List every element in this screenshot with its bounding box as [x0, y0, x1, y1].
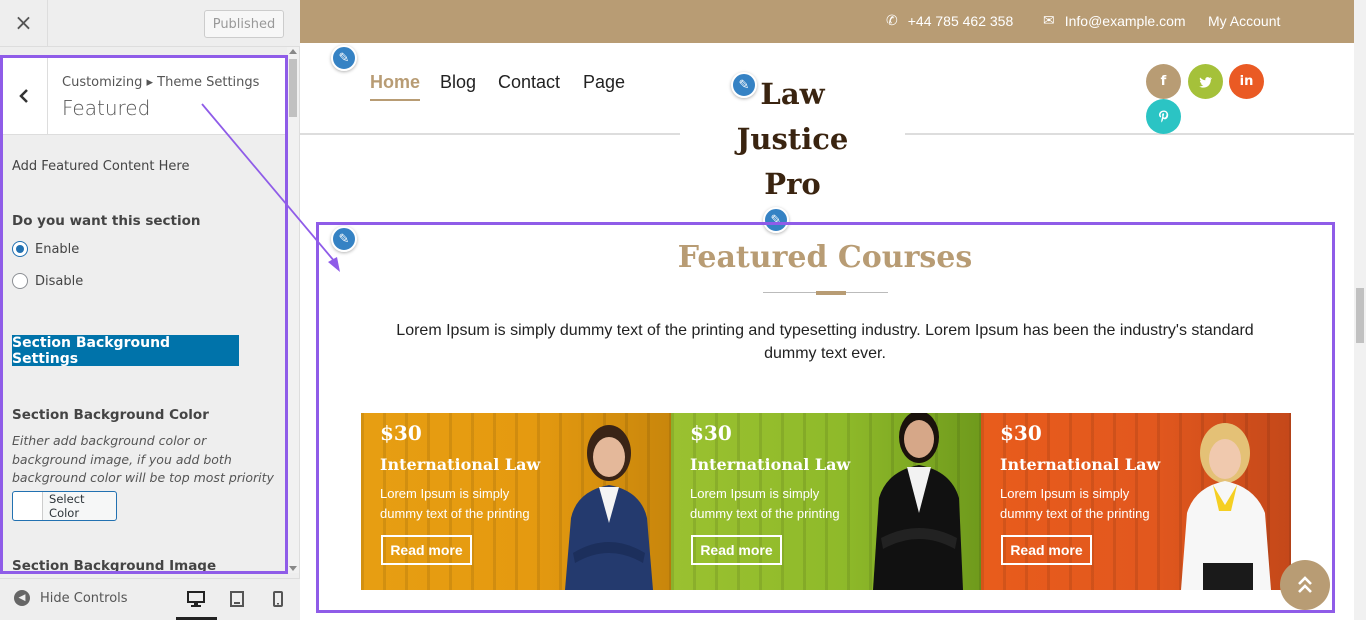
chevron-left-icon — [18, 88, 28, 103]
bg-color-help-text: Either add background color or backgroun… — [12, 433, 274, 485]
section-title: Featured Courses — [677, 240, 973, 275]
logo-line: Law — [760, 77, 825, 111]
email-link[interactable]: ✉ Info@example.com — [1043, 13, 1186, 29]
course-card: $30 International Law Lorem Ipsum is sim… — [671, 413, 981, 590]
customizer-sidebar: × Published Customizing ▸ Theme Settings… — [0, 0, 300, 620]
preview-scroll-thumb[interactable] — [1356, 288, 1364, 343]
envelope-icon: ✉ — [1043, 13, 1055, 29]
disable-radio[interactable]: Disable — [12, 273, 83, 289]
twitter-icon[interactable] — [1188, 64, 1223, 99]
read-more-button[interactable]: Read more — [381, 535, 472, 565]
nav-home[interactable]: Home — [370, 72, 421, 101]
site-logo-box: Law Justice Pro — [680, 66, 905, 211]
read-more-button[interactable]: Read more — [691, 535, 782, 565]
scroll-down-icon[interactable] — [289, 566, 297, 571]
customizer-footer: ◀ Hide Controls — [0, 578, 300, 620]
double-chevron-up-icon — [1298, 576, 1312, 593]
card-description: Lorem Ipsum is simply dummy text of the … — [690, 486, 840, 521]
site-preview: ✆ +44 785 462 358 ✉ Info@example.com My … — [300, 0, 1354, 620]
sidebar-scroll-thumb[interactable] — [289, 59, 297, 117]
card-description: Lorem Ipsum is simply dummy text of the … — [380, 486, 530, 521]
tablet-icon[interactable] — [227, 589, 247, 609]
logo-line: Pro — [764, 167, 821, 201]
color-swatch — [13, 492, 44, 520]
nav-page[interactable]: Page — [583, 72, 625, 93]
panel-title: Featured — [62, 96, 151, 120]
course-card: $30 International Law Lorem Ipsum is sim… — [981, 413, 1291, 590]
select-color-button[interactable]: Select Color — [12, 491, 117, 521]
select-color-label: Select Color — [49, 492, 85, 520]
edit-shortcut-pencil-icon[interactable]: ✎ — [763, 207, 789, 233]
linkedin-icon[interactable]: in — [1229, 64, 1264, 99]
title-separator-accent — [816, 291, 846, 295]
radio-unselected-icon — [12, 273, 28, 289]
hide-controls-label: Hide Controls — [40, 590, 128, 606]
course-card: $30 International Law Lorem Ipsum is sim… — [361, 413, 671, 590]
section-toggle-heading: Do you want this section — [12, 213, 201, 229]
intro-text: Add Featured Content Here — [12, 159, 190, 174]
bg-image-heading: Section Background Image — [12, 558, 217, 573]
enable-label: Enable — [35, 241, 80, 257]
mobile-icon[interactable] — [268, 589, 288, 609]
card-description: Lorem Ipsum is simply dummy text of the … — [1000, 486, 1150, 521]
card-title: International Law — [380, 455, 541, 474]
published-button[interactable]: Published — [204, 10, 284, 38]
edit-shortcut-pencil-icon[interactable]: ✎ — [731, 72, 757, 98]
collapse-icon: ◀ — [14, 590, 30, 606]
section-description: Lorem Ipsum is simply dummy text of the … — [396, 322, 1254, 362]
bg-color-heading: Section Background Color — [12, 407, 209, 423]
pinterest-icon[interactable] — [1146, 99, 1181, 134]
card-price: $30 — [380, 421, 422, 445]
enable-radio[interactable]: Enable — [12, 241, 79, 257]
card-price: $30 — [690, 421, 732, 445]
close-customizer-button[interactable]: × — [0, 0, 48, 47]
desktop-icon[interactable] — [186, 589, 206, 609]
card-title: International Law — [1000, 455, 1161, 474]
email-address: Info@example.com — [1064, 13, 1186, 29]
featured-panel: Customizing ▸ Theme Settings Featured Ad… — [0, 56, 287, 573]
panel-title-bar: Customizing ▸ Theme Settings Featured — [0, 56, 287, 135]
hide-controls-button[interactable]: ◀ Hide Controls — [14, 590, 128, 606]
my-account-label: My Account — [1208, 13, 1281, 29]
facebook-icon[interactable]: f — [1146, 64, 1181, 99]
card-price: $30 — [1000, 421, 1042, 445]
breadcrumb: Customizing ▸ Theme Settings — [62, 75, 260, 90]
nav-contact[interactable]: Contact — [498, 72, 560, 93]
top-bar: ✆ +44 785 462 358 ✉ Info@example.com My … — [300, 0, 1354, 43]
scroll-up-icon[interactable] — [289, 49, 297, 54]
course-person-image — [565, 425, 653, 590]
customizer-header: × Published — [0, 0, 300, 47]
site-logo[interactable]: Law Justice Pro — [680, 72, 905, 207]
disable-label: Disable — [35, 273, 84, 289]
section-background-settings-button[interactable]: Section Background Settings — [12, 335, 239, 367]
radio-selected-icon — [12, 241, 28, 257]
sidebar-scrollbar[interactable] — [287, 47, 299, 573]
course-person-image — [873, 413, 963, 590]
read-more-button[interactable]: Read more — [1001, 535, 1092, 565]
phone-number: +44 785 462 358 — [907, 13, 1014, 29]
preview-scrollbar[interactable] — [1354, 0, 1366, 620]
course-person-image — [1181, 423, 1271, 590]
back-button[interactable] — [0, 56, 48, 135]
my-account-link[interactable]: My Account — [1208, 13, 1280, 29]
logo-line: Justice — [736, 122, 849, 156]
scroll-to-top-button[interactable] — [1280, 560, 1330, 610]
nav-blog[interactable]: Blog — [440, 72, 476, 93]
edit-shortcut-pencil-icon[interactable]: ✎ — [331, 45, 357, 71]
card-title: International Law — [690, 455, 851, 474]
phone-link[interactable]: ✆ +44 785 462 358 — [886, 13, 1013, 29]
phone-icon: ✆ — [886, 13, 898, 29]
